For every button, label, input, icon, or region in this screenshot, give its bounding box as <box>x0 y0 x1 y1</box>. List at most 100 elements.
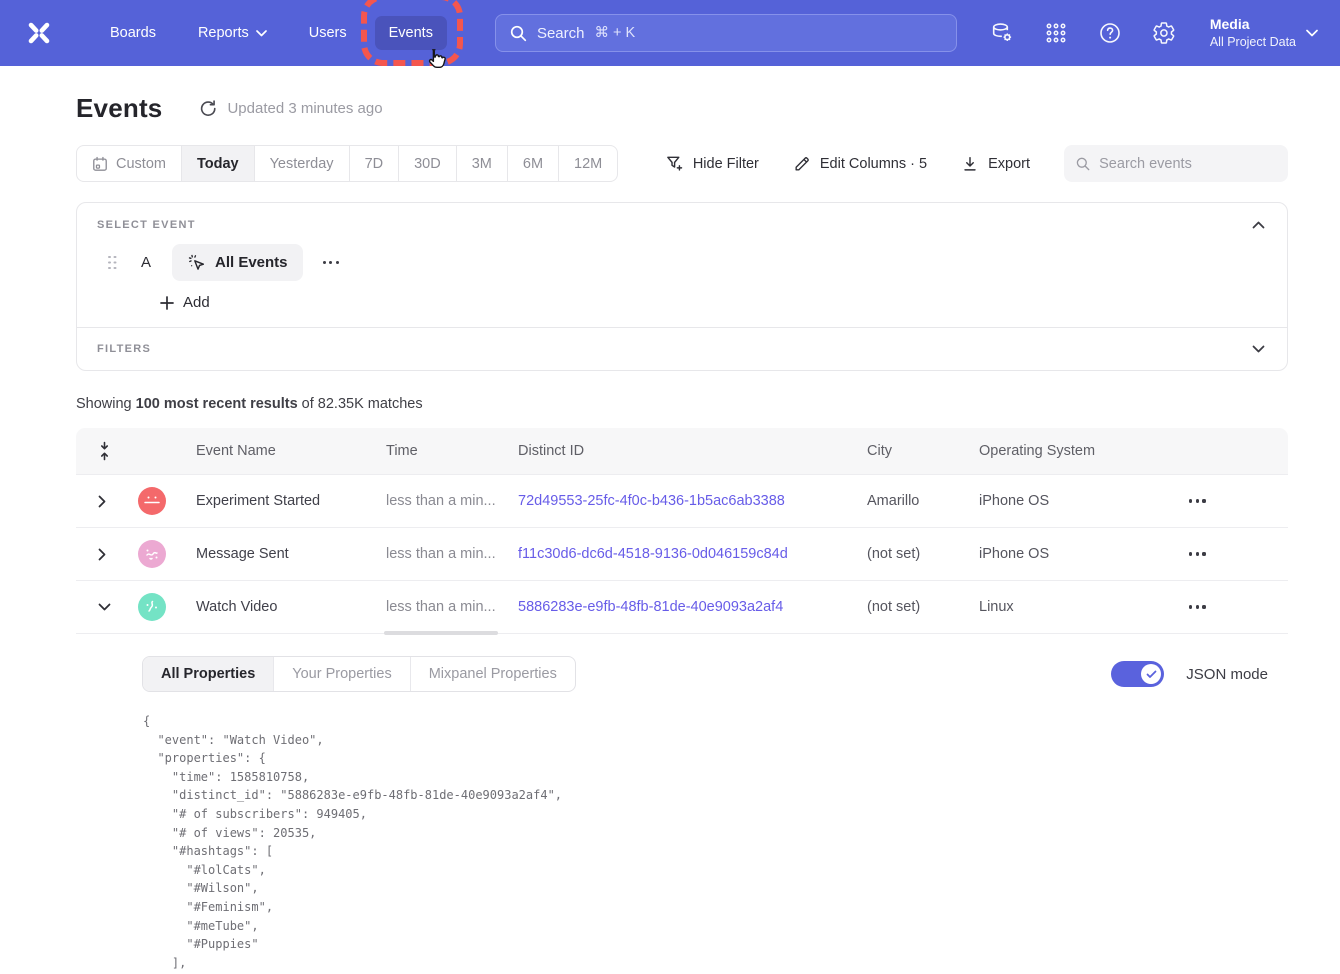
updated-timestamp: Updated 3 minutes ago <box>227 100 382 117</box>
download-icon <box>961 155 979 173</box>
results-prefix: Showing <box>76 396 136 412</box>
export-label: Export <box>988 156 1030 172</box>
help-icon[interactable] <box>1098 21 1122 45</box>
events-table: Event Name Time Distinct ID City Operati… <box>76 428 1288 972</box>
row-more-button[interactable] <box>1183 599 1288 614</box>
nav-item-users[interactable]: Users <box>295 16 361 50</box>
properties-tabs: All Properties Your Properties Mixpanel … <box>142 656 576 692</box>
results-count: 100 most recent results <box>136 396 298 412</box>
event-more-button[interactable] <box>317 255 346 270</box>
json-mode-toggle[interactable] <box>1111 661 1164 687</box>
select-event-label: SELECT EVENT <box>97 219 196 231</box>
json-mode-label: JSON mode <box>1186 666 1268 683</box>
event-json-view: { "event": "Watch Video", "properties": … <box>143 712 1268 972</box>
global-search-input[interactable]: Search ⌘ + K <box>495 14 957 52</box>
event-avatar <box>138 540 166 568</box>
horizontal-scrollbar[interactable] <box>384 631 498 635</box>
table-header: Event Name Time Distinct ID City Operati… <box>76 428 1288 474</box>
expand-row-button[interactable] <box>76 548 124 561</box>
plus-icon <box>160 296 174 310</box>
column-header-distinct-id[interactable]: Distinct ID <box>503 443 852 459</box>
primary-nav: Boards Reports Users Events <box>96 16 447 50</box>
nav-item-boards[interactable]: Boards <box>96 16 170 50</box>
expand-row-button[interactable] <box>76 495 124 508</box>
date-option-label: 30D <box>414 156 441 172</box>
calendar-icon <box>92 156 108 172</box>
hide-filter-button[interactable]: Hide Filter <box>665 154 759 173</box>
column-header-os[interactable]: Operating System <box>964 443 1171 459</box>
date-option-custom[interactable]: Custom <box>77 146 182 181</box>
drag-handle[interactable] <box>108 256 116 270</box>
check-icon <box>1146 670 1157 679</box>
date-option-12m[interactable]: 12M <box>559 146 617 181</box>
search-events-field[interactable] <box>1064 145 1288 182</box>
distinct-id-link[interactable]: f11c30d6-dc6d-4518-9136-0d046159c84d <box>518 546 788 562</box>
search-icon <box>510 25 527 42</box>
settings-gear-icon[interactable] <box>1152 21 1176 45</box>
edit-columns-button[interactable]: Edit Columns · 5 <box>793 155 927 173</box>
event-cursor-icon <box>187 253 206 272</box>
pencil-icon <box>793 155 811 173</box>
table-row-expanded[interactable]: Watch Video less than a min... 5886283e-… <box>76 580 1288 633</box>
nav-item-label: Reports <box>198 25 249 41</box>
nav-item-reports[interactable]: Reports <box>184 16 281 50</box>
expand-filters-button[interactable] <box>1250 343 1267 355</box>
hand-cursor-icon <box>423 46 449 72</box>
chevron-down-icon <box>1252 345 1265 353</box>
date-option-6m[interactable]: 6M <box>508 146 559 181</box>
collapse-select-event-button[interactable] <box>1250 219 1267 231</box>
project-name: Media <box>1210 15 1296 34</box>
refresh-icon[interactable] <box>198 99 217 118</box>
search-events-input[interactable] <box>1099 156 1276 172</box>
distinct-id-link[interactable]: 5886283e-e9fb-48fb-81de-40e9093a2af4 <box>518 599 783 615</box>
top-nav: Boards Reports Users Events Search ⌘ + K <box>0 0 1340 66</box>
event-detail-panel: All Properties Your Properties Mixpanel … <box>76 634 1288 972</box>
event-name-cell: Message Sent <box>181 546 371 562</box>
chevron-down-icon <box>1306 29 1318 37</box>
filters-label: FILTERS <box>97 343 151 355</box>
add-event-button[interactable]: Add <box>160 294 210 311</box>
project-scope: All Project Data <box>1210 34 1296 51</box>
date-option-30d[interactable]: 30D <box>399 146 457 181</box>
results-suffix: of 82.35K matches <box>298 396 423 412</box>
tab-mixpanel-properties[interactable]: Mixpanel Properties <box>410 657 575 691</box>
column-header-city[interactable]: City <box>852 443 964 459</box>
distinct-id-cell: f11c30d6-dc6d-4518-9136-0d046159c84d <box>503 546 852 562</box>
unfold-rows-icon <box>98 441 111 461</box>
date-option-yesterday[interactable]: Yesterday <box>255 146 350 181</box>
chevron-down-icon <box>256 30 267 37</box>
event-selector-button[interactable]: All Events <box>172 244 303 281</box>
distinct-id-link[interactable]: 72d49553-25fc-4f0c-b436-1b5ac6ab3388 <box>518 493 785 509</box>
apps-grid-icon[interactable] <box>1044 21 1068 45</box>
nav-item-events[interactable]: Events <box>375 16 447 50</box>
date-option-label: Custom <box>116 156 166 172</box>
table-row[interactable]: Message Sent less than a min... f11c30d6… <box>76 527 1288 580</box>
date-option-label: Yesterday <box>270 156 334 172</box>
expand-all-button[interactable] <box>76 441 124 461</box>
tab-your-properties[interactable]: Your Properties <box>273 657 409 691</box>
distinct-id-cell: 5886283e-e9fb-48fb-81de-40e9093a2af4 <box>503 599 852 615</box>
row-more-button[interactable] <box>1183 546 1288 561</box>
export-button[interactable]: Export <box>961 155 1030 173</box>
date-option-7d[interactable]: 7D <box>350 146 400 181</box>
hide-filter-label: Hide Filter <box>693 156 759 172</box>
data-management-icon[interactable] <box>990 21 1014 45</box>
city-cell: (not set) <box>852 599 964 615</box>
nav-item-label: Events <box>389 25 433 41</box>
results-summary: Showing 100 most recent results of 82.35… <box>76 396 1288 412</box>
row-more-button[interactable] <box>1183 493 1288 508</box>
city-cell: (not set) <box>852 546 964 562</box>
date-option-today[interactable]: Today <box>182 146 255 181</box>
mixpanel-logo-icon[interactable] <box>22 16 56 50</box>
table-row[interactable]: Experiment Started less than a min... 72… <box>76 474 1288 527</box>
project-switcher[interactable]: Media All Project Data <box>1210 15 1318 51</box>
collapse-row-button[interactable] <box>76 603 124 611</box>
add-label: Add <box>183 294 210 311</box>
date-option-3m[interactable]: 3M <box>457 146 508 181</box>
column-header-time[interactable]: Time <box>371 443 503 459</box>
os-cell: Linux <box>964 599 1171 615</box>
date-option-label: 7D <box>365 156 384 172</box>
column-header-event-name[interactable]: Event Name <box>181 443 371 459</box>
tab-all-properties[interactable]: All Properties <box>143 657 273 691</box>
chevron-right-icon <box>98 548 106 561</box>
